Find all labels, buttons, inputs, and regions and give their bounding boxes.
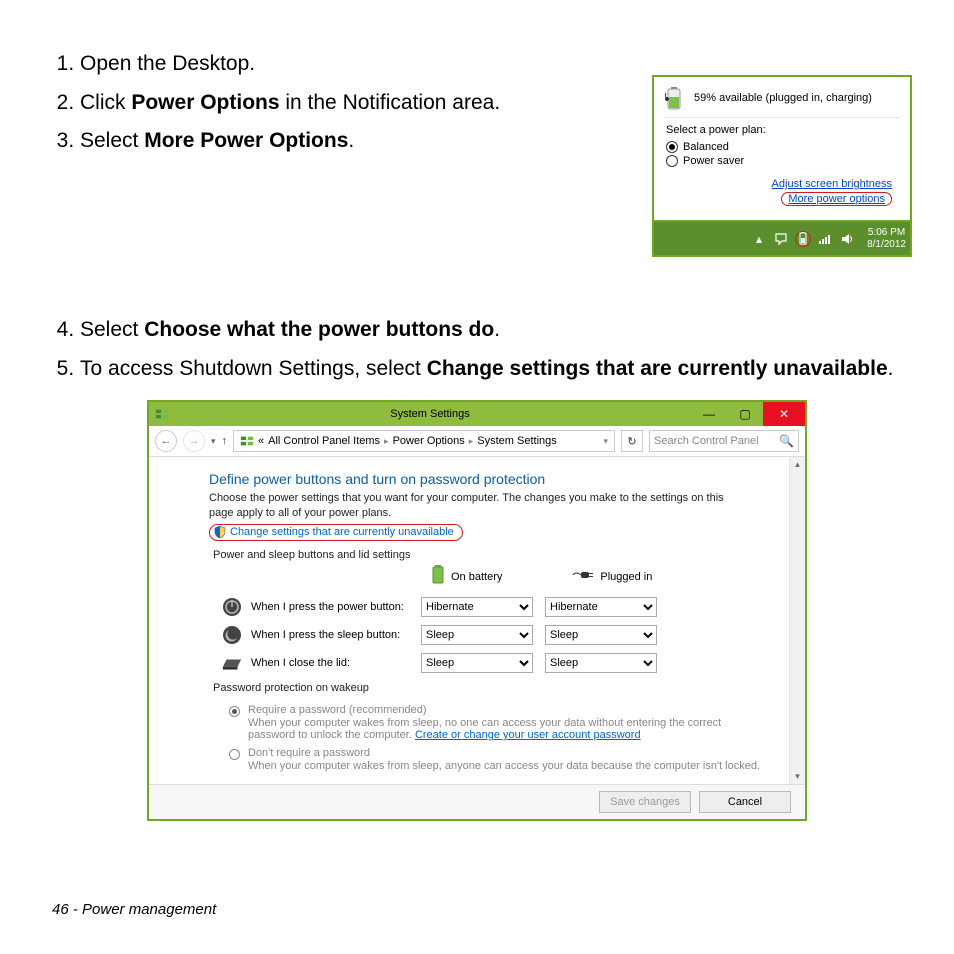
breadcrumb[interactable]: « All Control Panel Items▸ Power Options… [233,430,615,452]
adjust-brightness-link[interactable]: Adjust screen brightness [664,178,892,190]
battery-status-text: 59% available (plugged in, charging) [694,92,872,106]
lid-battery-select[interactable]: Sleep [421,653,533,673]
radio-icon [229,749,240,760]
shield-icon [214,526,226,538]
tray-battery-icon[interactable] [795,231,811,247]
scroll-up-icon[interactable]: ▴ [790,457,805,472]
more-power-options-link[interactable]: More power options [788,193,885,205]
taskbar: ▴ 5:06 PM 8/1/2012 [652,222,912,257]
search-input[interactable]: Search Control Panel 🔍 [649,430,799,452]
change-settings-link[interactable]: Change settings that are currently unava… [230,526,454,538]
maximize-button[interactable]: ▢ [727,402,763,426]
plan-powersaver-option[interactable]: Power saver [666,154,900,168]
sleep-plugged-select[interactable]: Sleep [545,625,657,645]
pwd-option-require[interactable]: Require a password (recommended) When yo… [229,704,769,741]
plan-balanced-option[interactable]: Balanced [666,140,900,154]
battery-icon [431,565,445,588]
step-1-text: Open the Desktop. [80,52,255,75]
pwd-section-label: Password protection on wakeup [213,682,769,694]
select-plan-label: Select a power plan: [666,124,900,136]
step-4: Select Choose what the power buttons do. [80,312,902,348]
close-button[interactable]: ✕ [763,402,805,426]
taskbar-clock[interactable]: 5:06 PM 8/1/2012 [867,227,906,250]
change-settings-link-wrap: Change settings that are currently unava… [209,524,769,541]
row-lid-label: When I close the lid: [251,657,421,669]
up-button[interactable]: ↑ [222,435,228,447]
refresh-button[interactable]: ↻ [621,430,643,452]
search-icon: 🔍 [779,434,794,448]
radio-checked-icon [666,141,678,153]
pb-section-label: Power and sleep buttons and lid settings [213,549,769,561]
scrollbar[interactable]: ▴ ▾ [789,457,805,784]
tray-action-center-icon[interactable] [773,231,789,247]
page-footer: 46 - Power management [52,901,216,918]
row-sleep-label: When I press the sleep button: [251,629,421,641]
history-dropdown-icon[interactable]: ▾ [211,436,216,447]
page-description: Choose the power settings that you want … [209,491,729,520]
battery-popup: 59% available (plugged in, charging) Sel… [652,75,912,257]
back-button[interactable]: ← [155,430,177,452]
scroll-down-icon[interactable]: ▾ [790,769,805,784]
control-panel-icon [240,434,254,448]
lid-icon [221,652,243,674]
plug-icon [572,570,594,583]
sleep-battery-select[interactable]: Sleep [421,625,533,645]
power-button-icon [221,596,243,618]
forward-button[interactable]: → [183,430,205,452]
window-icon [155,407,169,421]
row-power-label: When I press the power button: [251,601,421,613]
system-settings-window: System Settings — ▢ ✕ ← → ▾ ↑ « All Cont… [147,400,807,821]
tray-network-icon[interactable] [817,231,833,247]
radio-icon [229,706,240,717]
tray-chevron-icon[interactable]: ▴ [751,231,767,247]
power-plugged-select[interactable]: Hibernate [545,597,657,617]
power-battery-select[interactable]: Hibernate [421,597,533,617]
cancel-button[interactable]: Cancel [699,791,791,813]
tray-volume-icon[interactable] [839,231,855,247]
page-heading: Define power buttons and turn on passwor… [209,471,769,487]
pwd-option-no-require[interactable]: Don't require a password When your compu… [229,747,769,772]
create-password-link[interactable]: Create or change your user account passw… [415,729,641,741]
lid-plugged-select[interactable]: Sleep [545,653,657,673]
search-placeholder: Search Control Panel [654,435,759,447]
save-changes-button[interactable]: Save changes [599,791,691,813]
battery-status-icon [664,87,686,111]
window-title: System Settings [169,408,691,420]
radio-unchecked-icon [666,155,678,167]
minimize-button[interactable]: — [691,402,727,426]
step-5: To access Shutdown Settings, select Chan… [80,351,902,387]
nav-row: ← → ▾ ↑ « All Control Panel Items▸ Power… [149,426,805,457]
titlebar: System Settings — ▢ ✕ [149,402,805,426]
sleep-button-icon [221,624,243,646]
